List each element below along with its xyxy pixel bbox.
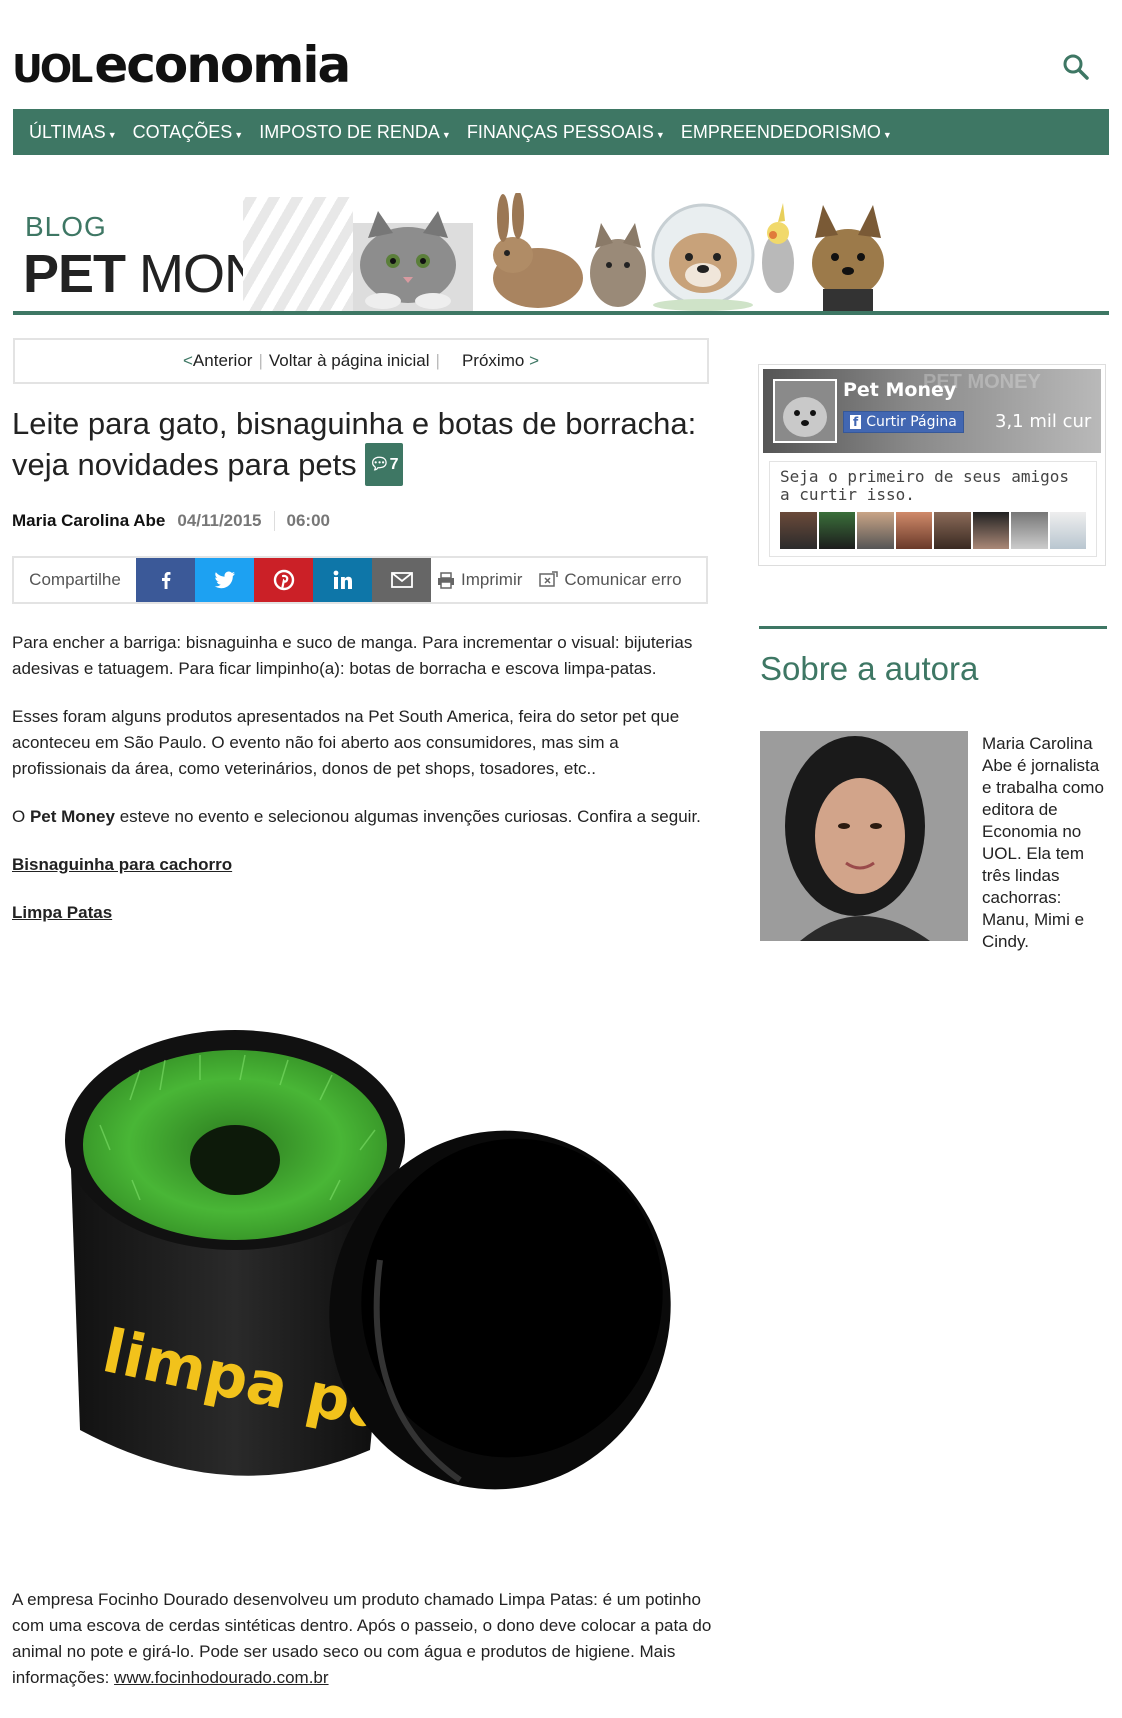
next-post-link[interactable]: Próximo > xyxy=(462,351,539,371)
banner-pets-image xyxy=(353,193,884,311)
avatar[interactable] xyxy=(857,512,894,549)
linkedin-icon xyxy=(333,570,352,589)
report-error-icon xyxy=(539,571,559,587)
chevron-down-icon: ▼ xyxy=(441,130,451,140)
nav-item-empreendedorismo[interactable]: EMPREENDEDORISMO ▼ xyxy=(681,122,892,143)
nav-item-ultimas[interactable]: ÚLTIMAS ▼ xyxy=(29,122,117,143)
article-body: Para encher a barriga: bisnaguinha e suc… xyxy=(12,630,712,948)
site-header: UOLeconomia xyxy=(0,0,1122,104)
paragraph: Para encher a barriga: bisnaguinha e suc… xyxy=(12,633,693,678)
nav-item-financas-pessoais[interactable]: FINANÇAS PESSOAIS ▼ xyxy=(467,122,665,143)
post-pager: <Anterior | Voltar à página inicial | Pr… xyxy=(13,338,709,384)
pinterest-icon xyxy=(273,569,294,591)
email-share-button[interactable] xyxy=(372,558,431,602)
twitter-share-button[interactable] xyxy=(195,558,254,602)
bisnaguinha-link[interactable]: Bisnaguinha para cachorro xyxy=(12,855,232,874)
pinterest-share-button[interactable] xyxy=(254,558,313,602)
chevron-down-icon: ▼ xyxy=(234,130,244,140)
facebook-cover: PET MONEY Pet Money f Curtir Página 3,1 … xyxy=(763,369,1101,453)
avatar[interactable] xyxy=(895,512,932,549)
publish-date: 04/11/2015 xyxy=(177,511,275,531)
friends-avatars xyxy=(780,512,1086,549)
separator: | xyxy=(258,351,263,370)
paragraph: Esses foram alguns produtos apresentados… xyxy=(12,707,680,778)
article-byline: Maria Carolina Abe 04/11/2015 06:00 xyxy=(12,511,330,531)
about-author-title: Sobre a autora xyxy=(760,650,979,687)
comment-icon: 💬︎ xyxy=(369,456,390,473)
focinho-dourado-link[interactable]: www.focinhodourado.com.br xyxy=(114,1668,329,1687)
author-bio: Maria Carolina Abe é jornalista e trabal… xyxy=(982,734,1104,951)
chevron-down-icon: ▼ xyxy=(655,130,665,140)
home-link[interactable]: Voltar à página inicial xyxy=(269,351,430,371)
facebook-page-name[interactable]: Pet Money xyxy=(843,379,956,401)
email-icon xyxy=(390,572,413,588)
share-bar: Compartilhe Imprimir Comunicar erro xyxy=(12,556,708,604)
paragraph: O Pet Money esteve no evento e seleciono… xyxy=(12,807,701,826)
banner-decoration xyxy=(243,197,353,311)
facebook-icon: f xyxy=(850,415,862,429)
search-icon[interactable] xyxy=(1061,52,1091,82)
facebook-friends: Seja o primeiro de seus amigos a curtir … xyxy=(769,461,1097,557)
avatar[interactable] xyxy=(1049,512,1086,549)
report-error-button[interactable]: Comunicar erro xyxy=(538,558,682,602)
prev-post-link[interactable]: <Anterior xyxy=(183,351,252,371)
paragraph: Limpa Patas xyxy=(12,900,712,926)
logo-section: economia xyxy=(94,36,351,94)
article-title: Leite para gato, bisnaguinha e botas de … xyxy=(12,404,712,486)
limpa-patas-product-image: limpa patas xyxy=(65,1030,671,1490)
facebook-share-button[interactable] xyxy=(136,558,195,602)
section-divider xyxy=(759,626,1107,629)
avatar[interactable] xyxy=(1011,512,1048,549)
comments-badge[interactable]: 💬︎7 xyxy=(365,443,403,486)
avatar[interactable] xyxy=(780,512,817,549)
avatar[interactable] xyxy=(818,512,855,549)
limpa-patas-link[interactable]: Limpa Patas xyxy=(12,903,112,922)
facebook-like-button[interactable]: f Curtir Página xyxy=(843,411,964,433)
banner-blog-word: BLOG xyxy=(25,211,107,242)
chevron-down-icon: ▼ xyxy=(107,130,117,140)
twitter-icon xyxy=(214,571,235,589)
printer-icon xyxy=(438,572,454,589)
product-caption: A empresa Focinho Dourado desenvolveu um… xyxy=(12,1590,712,1687)
facebook-like-count: 3,1 mil cur xyxy=(995,411,1092,432)
print-button[interactable]: Imprimir xyxy=(437,558,522,602)
avatar[interactable] xyxy=(972,512,1009,549)
logo-uol: UOL xyxy=(12,47,93,91)
blog-banner[interactable]: BLOG PET MONEY xyxy=(13,193,1109,315)
paragraph: Bisnaguinha para cachorro xyxy=(12,852,712,878)
main-nav: ÚLTIMAS ▼ COTAÇÕES ▼ IMPOSTO DE RENDA ▼ FIN… xyxy=(13,109,1109,155)
facebook-icon xyxy=(161,572,170,589)
author-name: Maria Carolina Abe xyxy=(12,511,166,530)
separator: | xyxy=(435,351,440,370)
friends-text: Seja o primeiro de seus amigos a curtir … xyxy=(780,467,1069,504)
publish-time: 06:00 xyxy=(286,511,330,530)
linkedin-share-button[interactable] xyxy=(313,558,372,602)
author-photo xyxy=(760,731,968,941)
share-label: Compartilhe xyxy=(29,570,121,589)
nav-item-imposto-de-renda[interactable]: IMPOSTO DE RENDA ▼ xyxy=(259,122,451,143)
nav-item-cotacoes[interactable]: COTAÇÕES ▼ xyxy=(133,122,244,143)
facebook-page-widget: PET MONEY Pet Money f Curtir Página 3,1 … xyxy=(758,364,1106,566)
avatar[interactable] xyxy=(934,512,971,549)
chevron-down-icon: ▼ xyxy=(882,130,892,140)
facebook-page-avatar[interactable] xyxy=(773,379,837,443)
site-logo[interactable]: UOLeconomia xyxy=(12,36,351,94)
